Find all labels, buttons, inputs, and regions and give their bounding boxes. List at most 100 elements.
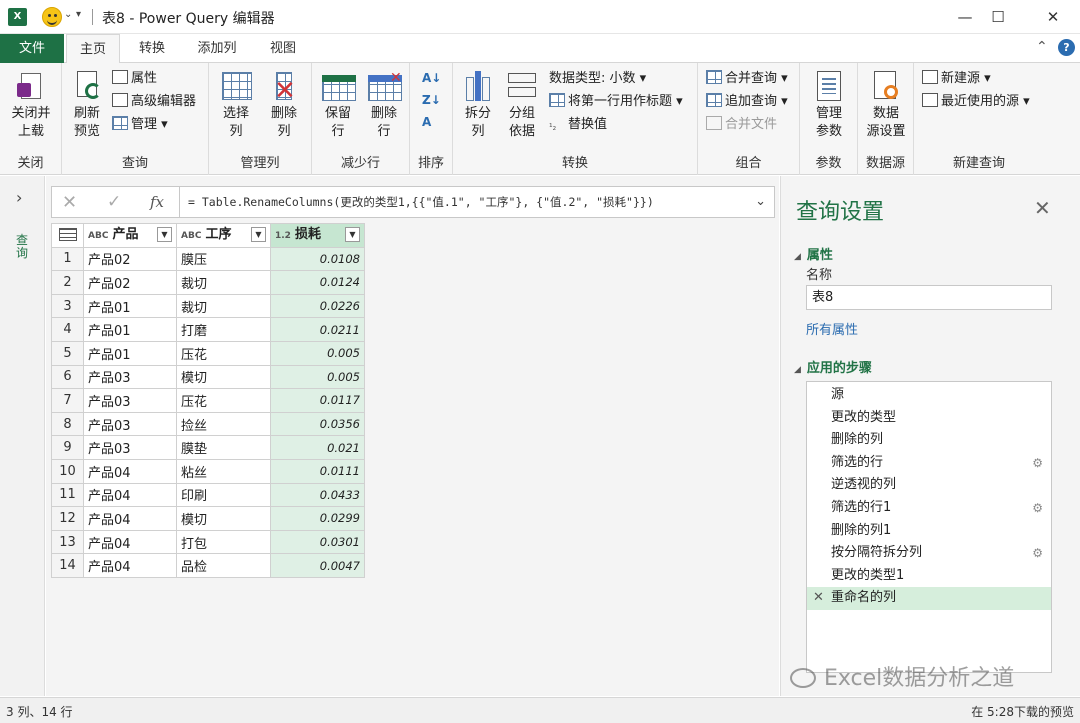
cell-process[interactable]: 捡丝 xyxy=(176,411,271,437)
feedback-dropdown-icon[interactable]: ⌄ xyxy=(64,9,72,20)
cell-product[interactable]: 产品04 xyxy=(83,458,177,484)
split-column-button[interactable]: 拆分 列 xyxy=(457,69,499,141)
applied-step-item[interactable]: 逆透视的列 xyxy=(807,474,1051,497)
cell-loss[interactable]: 0.0433 xyxy=(270,482,365,508)
row-number[interactable]: 4 xyxy=(51,317,84,342)
cell-product[interactable]: 产品04 xyxy=(83,482,177,508)
decimal-type-icon[interactable]: 1.2 xyxy=(275,231,291,241)
manage-parameters-button[interactable]: 管理 参数 xyxy=(806,69,852,141)
column-header-1[interactable]: ABC 产品 ▼ xyxy=(83,223,177,248)
smiley-feedback-icon[interactable] xyxy=(42,7,62,27)
row-number[interactable]: 6 xyxy=(51,364,84,390)
delete-step-icon[interactable]: ✕ xyxy=(813,587,824,610)
remove-columns-button[interactable]: ✕ 删除 列 xyxy=(263,69,305,141)
cell-product[interactable]: 产品04 xyxy=(83,506,177,531)
combine-files-button[interactable]: 合并文件 xyxy=(706,114,777,136)
filter-dropdown-icon[interactable]: ▼ xyxy=(251,227,266,243)
recent-sources-button[interactable]: 最近使用的源 ▾ xyxy=(922,91,1030,113)
row-number[interactable]: 9 xyxy=(51,435,84,460)
cell-process[interactable]: 压花 xyxy=(176,340,271,366)
cell-loss[interactable]: 0.0111 xyxy=(270,458,365,484)
cell-process[interactable]: 膜压 xyxy=(176,246,271,272)
row-number[interactable]: 12 xyxy=(51,506,84,531)
cell-product[interactable]: 产品04 xyxy=(83,553,177,578)
applied-step-item[interactable]: 源 xyxy=(807,384,1051,407)
keep-rows-button[interactable]: 保留 行 xyxy=(316,69,360,141)
cell-loss[interactable]: 0.0211 xyxy=(270,317,365,342)
cell-product[interactable]: 产品02 xyxy=(83,246,177,272)
cell-loss[interactable]: 0.0108 xyxy=(270,246,365,272)
cell-process[interactable]: 模切 xyxy=(176,364,271,390)
refresh-preview-button[interactable]: 刷新 预览 xyxy=(66,69,108,141)
row-number[interactable]: 7 xyxy=(51,388,84,413)
choose-columns-button[interactable]: 选择 列 xyxy=(215,69,257,141)
row-number[interactable]: 10 xyxy=(51,458,84,484)
tab-view[interactable]: 视图 xyxy=(258,34,308,63)
maximize-button[interactable]: ☐ xyxy=(975,0,1021,34)
cell-loss[interactable]: 0.005 xyxy=(270,340,365,366)
collapse-ribbon-icon[interactable]: ⌃ xyxy=(1036,39,1048,55)
row-number[interactable]: 13 xyxy=(51,529,84,555)
cell-process[interactable]: 裁切 xyxy=(176,293,271,319)
query-name-input[interactable]: 表8 xyxy=(806,285,1052,310)
applied-step-item[interactable]: 重命名的列 ✕ xyxy=(807,587,1051,610)
confirm-formula-icon[interactable]: ✓ xyxy=(107,192,121,212)
step-settings-gear-icon[interactable]: ⚙ xyxy=(1032,542,1043,565)
merge-queries-button[interactable]: 合并查询 ▾ xyxy=(706,68,788,90)
data-source-settings-button[interactable]: 数据 源设置 xyxy=(862,69,910,141)
close-window-button[interactable]: ✕ xyxy=(1030,0,1076,34)
cell-loss[interactable]: 0.0356 xyxy=(270,411,365,437)
text-type-icon[interactable]: ABC xyxy=(88,231,108,241)
cancel-formula-icon[interactable]: ✕ xyxy=(62,192,77,213)
data-type-dropdown[interactable]: 数据类型: 小数 ▾ xyxy=(549,68,646,90)
applied-step-item[interactable]: 筛选的行 ⚙ xyxy=(807,452,1051,475)
applied-step-item[interactable]: 更改的类型 xyxy=(807,407,1051,430)
expand-queries-chevron-icon[interactable]: › xyxy=(16,188,22,207)
row-number[interactable]: 11 xyxy=(51,482,84,508)
column-header-3[interactable]: 1.2 损耗 ▼ xyxy=(270,223,365,248)
cell-product[interactable]: 产品03 xyxy=(83,388,177,413)
row-number[interactable]: 5 xyxy=(51,340,84,366)
cell-product[interactable]: 产品03 xyxy=(83,435,177,460)
cell-product[interactable]: 产品04 xyxy=(83,529,177,555)
tab-add-column[interactable]: 添加列 xyxy=(186,34,248,63)
cell-loss[interactable]: 0.0226 xyxy=(270,293,365,319)
cell-process[interactable]: 品检 xyxy=(176,553,271,578)
manage-query-button[interactable]: 管理 ▾ xyxy=(112,114,168,136)
tab-file[interactable]: 文件 xyxy=(0,34,64,63)
cell-loss[interactable]: 0.005 xyxy=(270,364,365,390)
applied-step-item[interactable]: 删除的列 xyxy=(807,429,1051,452)
cell-process[interactable]: 打包 xyxy=(176,529,271,555)
applied-step-item[interactable]: 按分隔符拆分列 ⚙ xyxy=(807,542,1051,565)
use-first-row-button[interactable]: 将第一行用作标题 ▾ xyxy=(549,91,683,113)
sort-ascending-icon[interactable]: A↓ Z xyxy=(422,67,441,107)
filter-dropdown-icon[interactable]: ▼ xyxy=(157,227,172,243)
cell-process[interactable]: 压花 xyxy=(176,388,271,413)
cell-loss[interactable]: 0.0117 xyxy=(270,388,365,413)
cell-process[interactable]: 裁切 xyxy=(176,270,271,295)
sort-descending-icon[interactable]: Z↓ A xyxy=(422,89,441,129)
row-number[interactable]: 8 xyxy=(51,411,84,437)
applied-step-item[interactable]: 删除的列1 xyxy=(807,520,1051,543)
cell-loss[interactable]: 0.0299 xyxy=(270,506,365,531)
step-settings-gear-icon[interactable]: ⚙ xyxy=(1032,497,1043,520)
queries-pane-label[interactable]: 查询 xyxy=(15,234,29,260)
cell-loss[interactable]: 0.0301 xyxy=(270,529,365,555)
formula-input[interactable]: = Table.RenameColumns(更改的类型1,{{"值.1", "工… xyxy=(188,194,654,210)
column-header-2[interactable]: ABC 工序 ▼ xyxy=(176,223,271,248)
applied-step-item[interactable]: 筛选的行1 ⚙ xyxy=(807,497,1051,520)
remove-rows-button[interactable]: ✕ 删除 行 xyxy=(362,69,406,141)
tab-transform[interactable]: 转换 xyxy=(126,34,178,63)
help-icon[interactable]: ? xyxy=(1058,39,1075,56)
append-queries-button[interactable]: 追加查询 ▾ xyxy=(706,91,788,113)
cell-process[interactable]: 印刷 xyxy=(176,482,271,508)
properties-section-header[interactable]: ◢ 属性 xyxy=(794,244,833,263)
properties-button[interactable]: 属性 xyxy=(112,68,157,90)
row-number[interactable]: 2 xyxy=(51,270,84,295)
cell-product[interactable]: 产品01 xyxy=(83,293,177,319)
advanced-editor-button[interactable]: 高级编辑器 xyxy=(112,91,196,113)
close-and-load-button[interactable]: 关闭并 上载 xyxy=(6,69,56,141)
cell-loss[interactable]: 0.0047 xyxy=(270,553,365,578)
row-number[interactable]: 3 xyxy=(51,293,84,319)
replace-values-button[interactable]: ¹₂ 替换值 xyxy=(549,114,607,136)
